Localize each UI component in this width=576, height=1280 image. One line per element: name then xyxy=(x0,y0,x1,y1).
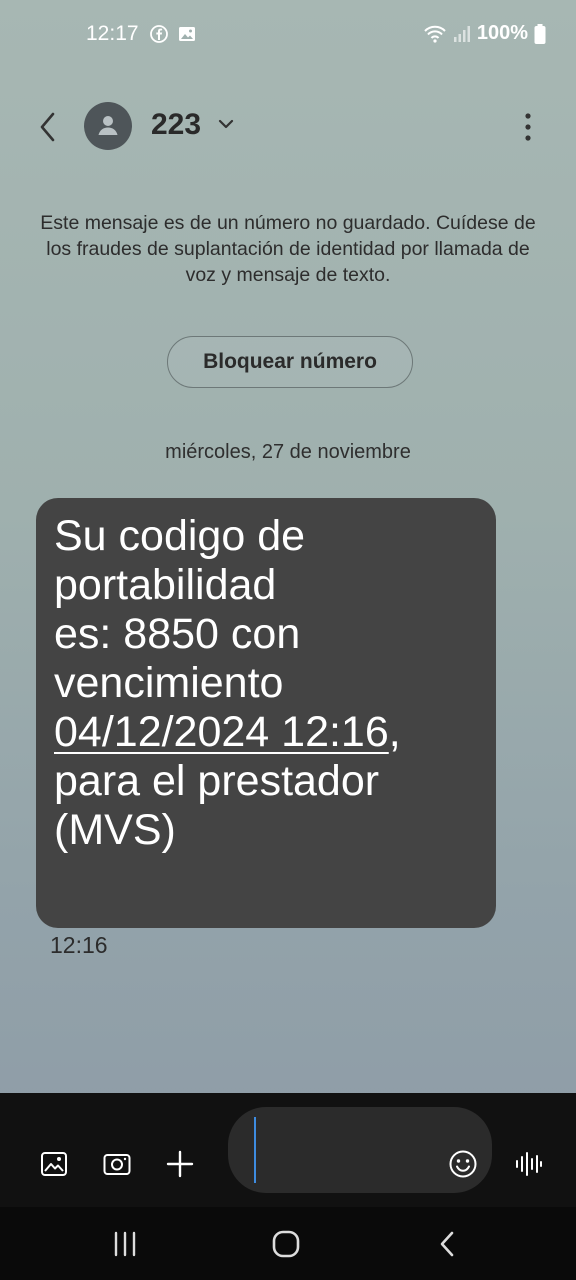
navigation-bar xyxy=(0,1207,576,1280)
text-cursor xyxy=(254,1117,256,1183)
wifi-icon xyxy=(424,25,446,43)
message-line: es: 8850 con xyxy=(54,610,301,658)
message-line: Su codigo de xyxy=(54,512,306,560)
home-icon[interactable] xyxy=(271,1229,301,1259)
block-number-button[interactable]: Bloquear número xyxy=(167,336,413,388)
message-text: Su codigo de portabilidad es: 8850 con v… xyxy=(54,512,482,855)
voice-icon[interactable] xyxy=(514,1150,542,1178)
message-line: vencimiento xyxy=(54,659,284,707)
battery-text: 100% xyxy=(476,22,528,44)
recent-apps-icon[interactable] xyxy=(110,1229,140,1259)
facebook-icon xyxy=(150,25,168,43)
signal-icon xyxy=(453,25,470,42)
status-bar: 12:17 100% xyxy=(0,0,576,70)
message-line: (MVS) xyxy=(54,806,176,854)
unsaved-number-warning: Este mensaje es de un número no guardado… xyxy=(40,212,536,286)
status-right: 100% xyxy=(423,22,546,45)
message-line: 04/12/2024 12:16, xyxy=(54,708,482,757)
date-link[interactable]: 04/12/2024 12:16 xyxy=(54,708,389,756)
chevron-down-icon[interactable] xyxy=(217,118,235,130)
message-bubble[interactable]: Su codigo de portabilidad es: 8850 con v… xyxy=(36,498,496,928)
gallery-icon[interactable] xyxy=(40,1150,68,1178)
back-icon[interactable] xyxy=(34,110,64,144)
message-line: portabilidad xyxy=(54,561,277,609)
battery-icon xyxy=(534,23,546,44)
back-nav-icon[interactable] xyxy=(433,1229,463,1259)
conversation-header: 223 xyxy=(0,96,576,158)
avatar-icon xyxy=(98,116,118,135)
status-time: 12:17 xyxy=(86,22,139,45)
message-input[interactable] xyxy=(228,1107,492,1193)
plus-icon[interactable] xyxy=(166,1150,194,1178)
camera-icon[interactable] xyxy=(103,1150,131,1178)
date-separator: miércoles, 27 de noviembre xyxy=(165,441,411,463)
message-line: para el prestador xyxy=(54,757,380,805)
contact-name[interactable]: 223 xyxy=(151,108,201,142)
image-icon xyxy=(179,27,195,41)
more-icon[interactable] xyxy=(524,112,532,142)
message-time: 12:16 xyxy=(50,932,108,958)
avatar[interactable] xyxy=(84,102,132,150)
link-punctuation: , xyxy=(388,708,401,756)
emoji-icon[interactable] xyxy=(448,1149,478,1179)
